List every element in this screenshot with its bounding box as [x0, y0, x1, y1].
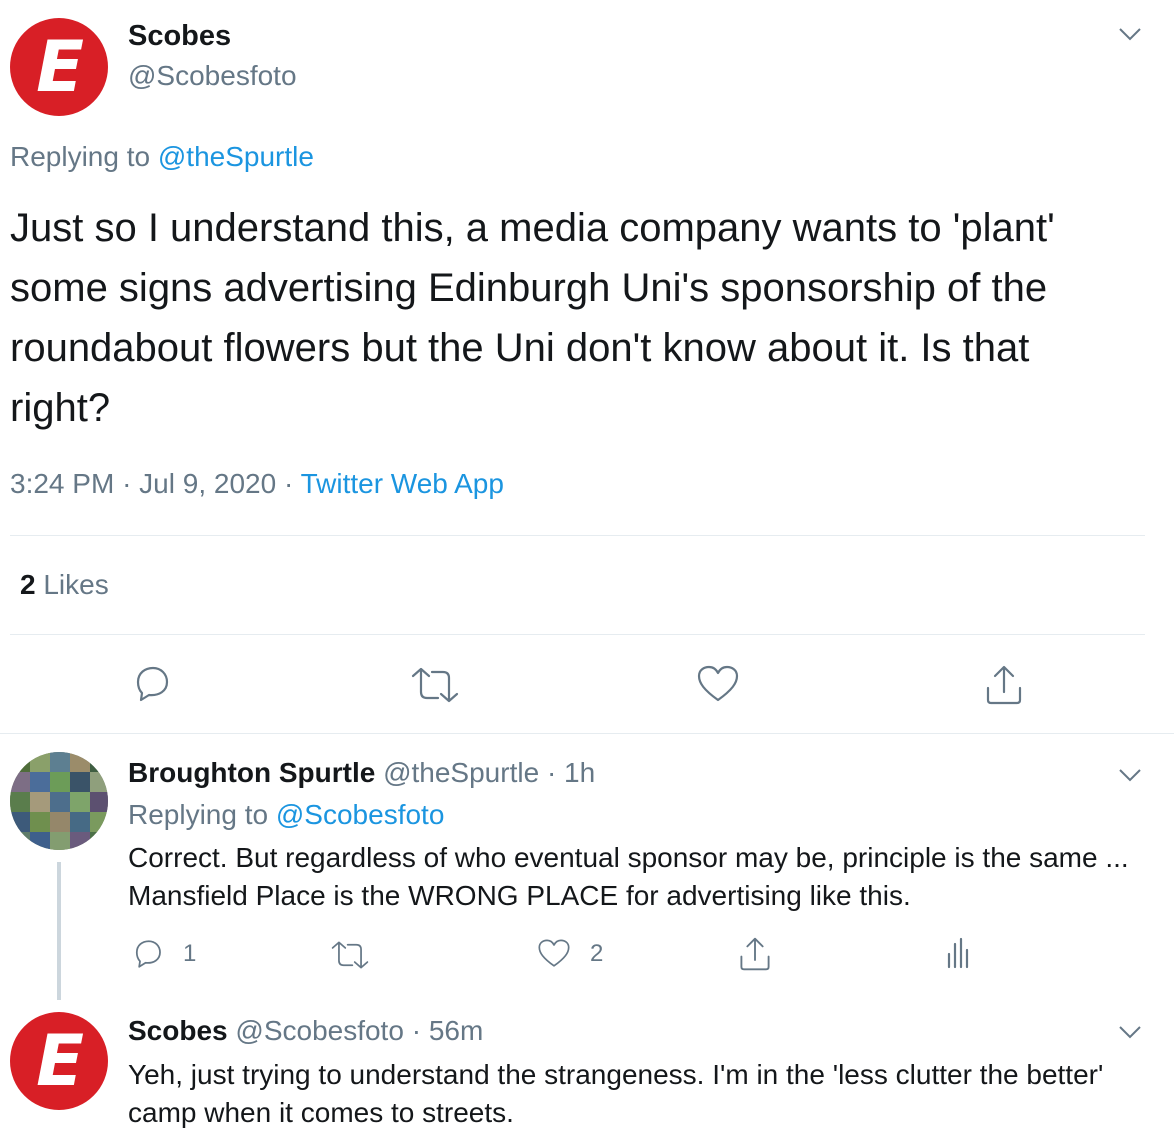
author-name[interactable]: Broughton Spurtle: [128, 757, 375, 788]
meta-separator: ·: [122, 468, 132, 499]
reply-header: Broughton Spurtle @theSpurtle · 1h: [128, 757, 595, 789]
likes-label: Likes: [43, 569, 109, 600]
replying-to: Replying to @Scobesfoto: [128, 799, 444, 831]
share-icon[interactable]: [738, 936, 772, 972]
likes-count: 2: [20, 569, 36, 600]
chevron-down-icon[interactable]: [1116, 24, 1144, 44]
thread-line: [57, 862, 61, 1000]
divider: [10, 634, 1145, 635]
author-handle[interactable]: @theSpurtle: [383, 757, 539, 788]
author-handle[interactable]: @Scobesfoto: [128, 60, 297, 92]
meta-separator: ·: [411, 1015, 422, 1046]
reply-icon[interactable]: [132, 664, 172, 704]
avatar[interactable]: E: [10, 1012, 108, 1110]
replying-to-handle[interactable]: @Scobesfoto: [276, 799, 445, 830]
author-name[interactable]: Scobes: [128, 1015, 228, 1046]
avatar[interactable]: [10, 752, 108, 850]
replying-to-handle[interactable]: @theSpurtle: [158, 141, 314, 172]
share-icon[interactable]: [984, 664, 1024, 706]
tweet-time[interactable]: 3:24 PM: [10, 468, 114, 499]
reply-icon[interactable]: [132, 938, 164, 970]
likes-stat[interactable]: 2 Likes: [20, 569, 109, 601]
meta-separator: ·: [546, 757, 557, 788]
avatar-letter: E: [36, 26, 84, 108]
divider: [0, 733, 1174, 734]
replying-to-prefix: Replying to: [10, 141, 151, 172]
replying-to: Replying to @theSpurtle: [10, 141, 314, 173]
author-handle[interactable]: @Scobesfoto: [235, 1015, 404, 1046]
analytics-icon[interactable]: [944, 936, 972, 970]
reply-header: Scobes @Scobesfoto · 56m: [128, 1015, 483, 1047]
reply-text: Correct. But regardless of who eventual …: [128, 842, 1129, 911]
replying-to-prefix: Replying to: [128, 799, 269, 830]
retweet-icon[interactable]: [410, 666, 460, 704]
reply-time[interactable]: 1h: [564, 757, 595, 788]
reply-time[interactable]: 56m: [429, 1015, 483, 1046]
author-name[interactable]: Scobes: [128, 20, 231, 53]
avatar[interactable]: E: [10, 18, 108, 116]
chevron-down-icon[interactable]: [1116, 765, 1144, 785]
tweet-meta: 3:24 PM · Jul 9, 2020 · Twitter Web App: [10, 468, 504, 500]
reply-count: 1: [183, 940, 197, 967]
mosaic-avatar-image: [10, 752, 108, 850]
tweet-source[interactable]: Twitter Web App: [301, 468, 504, 499]
like-count: 2: [590, 940, 604, 967]
retweet-icon[interactable]: [330, 940, 370, 970]
avatar-letter: E: [36, 1020, 84, 1102]
reply-text: Yeh, just trying to understand the stran…: [128, 1059, 1104, 1128]
chevron-down-icon[interactable]: [1116, 1022, 1144, 1042]
tweet-text: Just so I understand this, a media compa…: [10, 206, 1055, 430]
meta-separator: ·: [283, 468, 294, 499]
like-icon[interactable]: [696, 664, 740, 704]
divider: [10, 535, 1145, 536]
tweet-date[interactable]: Jul 9, 2020: [139, 468, 276, 499]
like-icon[interactable]: [537, 938, 571, 969]
